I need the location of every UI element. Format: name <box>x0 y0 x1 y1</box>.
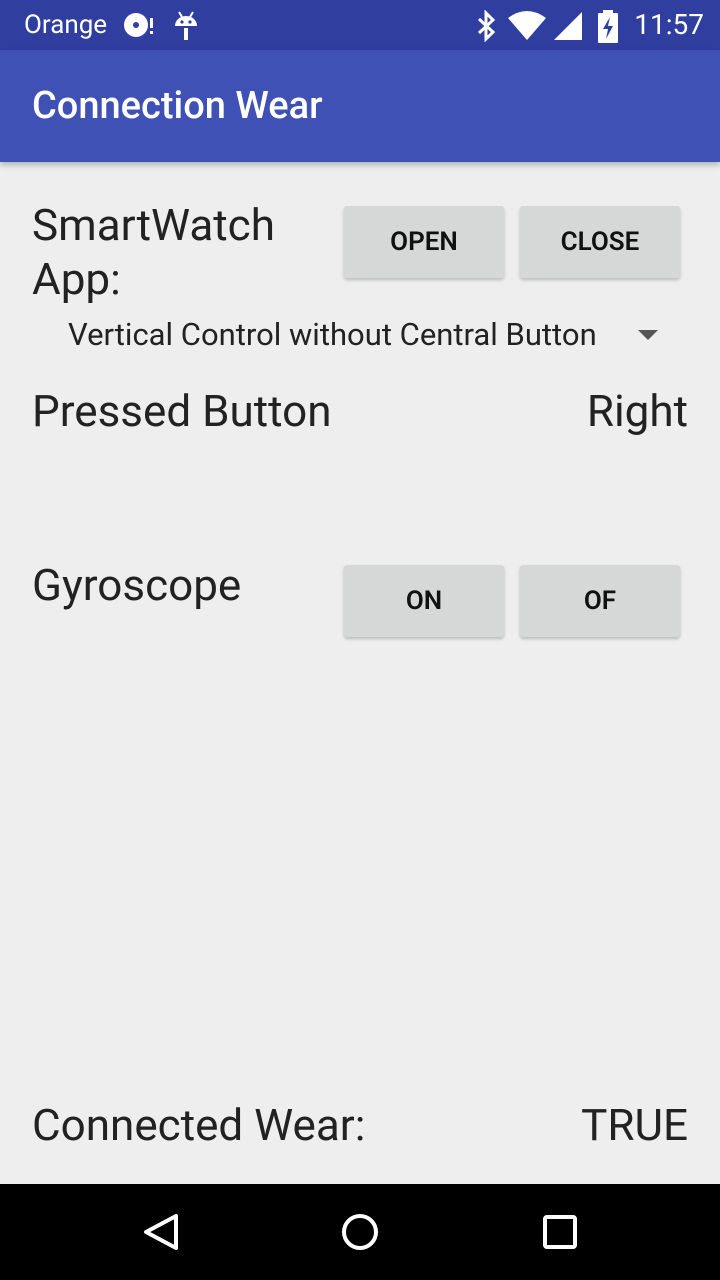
pressed-button-label: Pressed Button <box>32 385 332 437</box>
close-button[interactable]: CLOSE <box>520 206 680 278</box>
battery-charging-icon <box>598 10 618 43</box>
recents-icon[interactable] <box>532 1204 588 1260</box>
carrier-name: Orange <box>24 10 108 40</box>
connected-wear-value: TRUE <box>581 1099 688 1151</box>
app-bar: Connection Wear <box>0 50 720 162</box>
smartwatch-app-label: SmartWatch App: <box>32 199 275 305</box>
gyroscope-label: Gyroscope <box>32 559 242 611</box>
gyroscope-off-button[interactable]: OF <box>520 565 680 637</box>
gyroscope-on-button[interactable]: ON <box>344 565 504 637</box>
connected-wear-label: Connected Wear: <box>32 1099 366 1151</box>
disc-icon <box>124 13 153 37</box>
navigation-bar <box>0 1184 720 1280</box>
android-icon <box>175 11 197 40</box>
bluetooth-icon <box>477 10 496 42</box>
dropdown-arrow-icon <box>638 330 658 340</box>
app-title: Connection Wear <box>32 84 323 128</box>
control-mode-dropdown[interactable]: Vertical Control without Central Button <box>68 312 668 360</box>
home-icon[interactable] <box>332 1204 388 1260</box>
pressed-button-value: Right <box>586 385 688 437</box>
clock: 11:57 <box>634 8 704 41</box>
open-button[interactable]: OPEN <box>344 206 504 278</box>
dropdown-selected-value: Vertical Control without Central Button <box>68 316 597 353</box>
wifi-icon <box>508 11 546 40</box>
signal-icon <box>554 12 582 40</box>
back-icon[interactable] <box>132 1204 188 1260</box>
status-bar: Orange 11:57 <box>0 0 720 50</box>
